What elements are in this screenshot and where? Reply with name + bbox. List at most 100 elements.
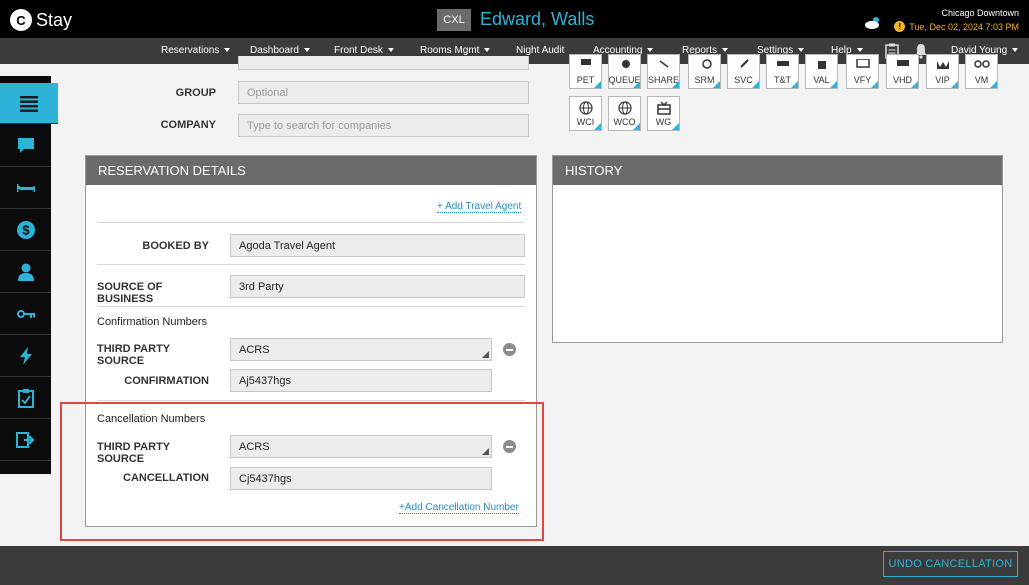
group-input[interactable]: Optional <box>238 81 529 104</box>
cancellation-source-select[interactable]: ACRS <box>230 435 492 458</box>
sidebar-item-keys[interactable] <box>0 294 51 335</box>
cancellation-label: CANCELLATION <box>123 472 209 484</box>
guest-name: Edward, Walls <box>480 9 595 29</box>
property-location: Chicago Downtown <box>941 8 1019 18</box>
chevron-down-icon <box>303 48 310 53</box>
tag-label: T&T <box>774 75 791 85</box>
tag-queue[interactable]: QUEUE <box>608 54 641 89</box>
history-panel: HISTORY <box>552 155 1003 343</box>
tag-tt[interactable]: T&T <box>766 54 799 89</box>
share-icon <box>659 60 668 68</box>
sidebar-item-billing[interactable]: $ <box>0 210 51 251</box>
tag-label: SHARE <box>648 75 680 85</box>
third-party-source-label: THIRD PARTY SOURCE <box>97 343 170 367</box>
tag-share[interactable]: SHARE <box>647 54 680 89</box>
lightning-icon <box>19 347 32 365</box>
tag-label: SVC <box>734 75 753 85</box>
source-of-business-field[interactable]: 3rd Party <box>230 275 525 298</box>
tag-label: VFY <box>853 75 872 85</box>
remove-confirmation-icon[interactable] <box>503 343 516 356</box>
tag-label: VM <box>974 75 989 85</box>
weather-icon <box>865 17 879 29</box>
nav-label: Reservations <box>161 45 220 56</box>
tag-pet[interactable]: PET <box>569 54 602 89</box>
warning-icon[interactable]: ! <box>894 21 906 32</box>
tag-wg[interactable]: WG <box>647 96 680 131</box>
confirmation-numbers-title: Confirmation Numbers <box>97 316 208 328</box>
key-icon <box>16 310 35 318</box>
datetime-text: Tue, Dec 02, 2024 7:03 PM <box>909 21 1019 32</box>
confirmation-field[interactable]: Aj5437hgs <box>230 369 492 392</box>
remove-cancellation-icon[interactable] <box>503 440 516 453</box>
crown-icon <box>936 61 949 69</box>
tag-vip[interactable]: VIP <box>926 54 959 89</box>
nav-label: Rooms Mgmt <box>420 45 480 56</box>
company-label: COMPANY <box>160 119 216 131</box>
undo-cancellation-button[interactable]: UNDO CANCELLATION <box>883 551 1018 577</box>
sidebar-item-rooms[interactable] <box>0 168 51 209</box>
tag-srm[interactable]: SRM <box>688 54 721 89</box>
id-card-icon <box>855 59 870 68</box>
booked-by-label: BOOKED BY <box>142 240 209 252</box>
app-logo[interactable]: C Stay <box>10 8 72 32</box>
sidebar-item-checkout[interactable] <box>0 420 51 461</box>
car-icon <box>776 61 789 66</box>
divider <box>97 264 525 265</box>
sidebar-item-messages[interactable] <box>0 126 51 167</box>
gift-icon <box>656 101 671 115</box>
nav-label: Night Audit <box>516 45 565 56</box>
tag-label: VAL <box>813 75 830 85</box>
svg-text:$: $ <box>22 223 30 238</box>
bed-icon <box>16 184 35 192</box>
tag-svc[interactable]: SVC <box>727 54 760 89</box>
pet-icon <box>580 59 591 65</box>
group-label: GROUP <box>175 87 216 99</box>
third-party-source-select[interactable]: ACRS <box>230 338 492 361</box>
tag-label: SRM <box>694 75 715 85</box>
chevron-down-icon <box>224 48 231 53</box>
clock-icon <box>621 60 630 68</box>
voicemail-icon <box>973 60 990 68</box>
dollar-icon: $ <box>16 221 35 239</box>
tag-vfy[interactable]: VFY <box>846 54 879 89</box>
tag-val[interactable]: VAL <box>805 54 838 89</box>
tag-wci[interactable]: WCI <box>569 96 602 131</box>
confirmation-label: CONFIRMATION <box>124 375 209 387</box>
sidebar-item-documents[interactable] <box>0 378 51 419</box>
panel-title: RESERVATION DETAILS <box>86 156 536 185</box>
logo-text: Stay <box>36 9 73 30</box>
previous-field[interactable] <box>238 56 529 70</box>
list-icon <box>20 96 38 112</box>
cancellation-field[interactable]: Cj5437hgs <box>230 467 492 490</box>
left-sidebar: $ <box>0 76 58 474</box>
add-cancellation-number-link[interactable]: +Add Cancellation Number <box>399 502 519 514</box>
chevron-down-icon <box>1012 48 1019 53</box>
add-travel-agent-link[interactable]: + Add Travel Agent <box>437 201 522 213</box>
chevron-down-icon <box>484 48 491 53</box>
clipboard-icon <box>17 389 34 408</box>
tag-wco[interactable]: WCO <box>608 96 641 131</box>
tag-label: VHD <box>892 75 912 85</box>
globe-icon <box>617 101 632 115</box>
sidebar-item-guest[interactable] <box>0 252 51 293</box>
business-datetime: ! Tue, Dec 02, 2024 7:03 PM <box>894 21 1019 32</box>
sidebar-item-details[interactable] <box>0 83 58 124</box>
nav-label: Dashboard <box>250 45 299 56</box>
tag-label: QUEUE <box>608 75 641 85</box>
chevron-down-icon <box>798 48 805 53</box>
nav-reservations[interactable]: Reservations <box>161 38 231 64</box>
company-search-input[interactable]: Type to search for companies <box>238 114 529 137</box>
globe-icon <box>578 101 593 115</box>
person-icon <box>17 263 34 281</box>
sidebar-item-actions[interactable] <box>0 336 51 377</box>
chevron-down-icon <box>722 48 729 53</box>
source-of-business-label: SOURCE OF BUSINESS <box>97 281 163 305</box>
tag-vm[interactable]: VM <box>965 54 998 89</box>
tag-vhd[interactable]: VHD <box>886 54 919 89</box>
logo-mark: C <box>10 9 32 31</box>
wrench-icon <box>739 59 749 68</box>
third-party-source-label: THIRD PARTY SOURCE <box>97 441 170 465</box>
booked-by-field[interactable]: Agoda Travel Agent <box>230 234 525 257</box>
divider <box>97 306 525 307</box>
tag-label: WCO <box>613 117 636 127</box>
